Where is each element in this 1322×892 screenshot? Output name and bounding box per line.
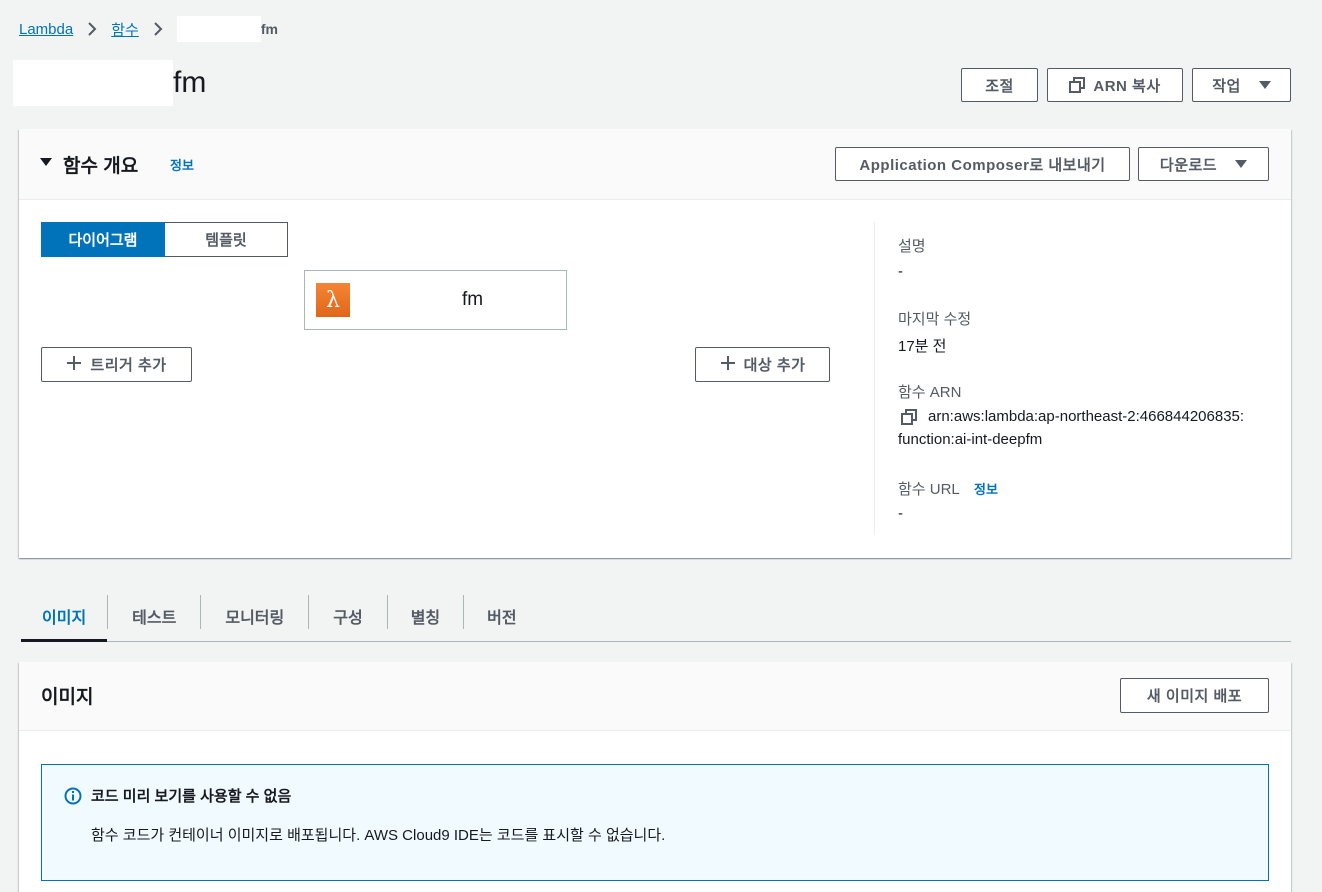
- tab-image[interactable]: 이미지: [21, 591, 108, 642]
- plus-icon: [66, 355, 82, 375]
- add-trigger-button[interactable]: 트리거 추가: [41, 347, 192, 382]
- details-divider: [874, 222, 875, 535]
- lambda-icon: λ: [316, 283, 350, 317]
- info-icon: [64, 787, 82, 810]
- export-composer-button[interactable]: Application Composer로 내보내기: [835, 147, 1130, 181]
- function-overview-title: 함수 개요: [63, 156, 139, 177]
- last-modified-label: 마지막 수정: [898, 311, 972, 328]
- deploy-new-image-label: 새 이미지 배포: [1146, 688, 1243, 705]
- description-value: -: [898, 263, 903, 280]
- tab-aliases[interactable]: 별칭: [388, 591, 463, 641]
- breadcrumb-functions-link[interactable]: 함수: [111, 19, 139, 40]
- chevron-right-icon: [85, 22, 99, 36]
- caret-down-icon: [1258, 81, 1271, 89]
- plus-icon: [720, 355, 736, 375]
- breadcrumb: Lambda 함수 fm: [19, 16, 278, 42]
- tab-monitoring[interactable]: 모니터링: [201, 591, 308, 641]
- function-overview-toggle[interactable]: 함수 개요: [39, 151, 138, 178]
- copy-icon: [1069, 77, 1086, 93]
- export-composer-label: Application Composer로 내보내기: [859, 156, 1106, 174]
- copy-arn-label: ARN 복사: [1093, 77, 1161, 95]
- image-panel-header: 이미지 새 이미지 배포: [19, 662, 1291, 731]
- deploy-new-image-button[interactable]: 새 이미지 배포: [1120, 678, 1269, 713]
- function-overview-panel: 함수 개요 정보 Application Composer로 내보내기 다운로드…: [19, 129, 1291, 558]
- actions-dropdown[interactable]: 작업: [1192, 68, 1291, 102]
- throttle-button[interactable]: 조절: [961, 68, 1038, 102]
- function-url-info-link[interactable]: 정보: [974, 479, 998, 498]
- description-label: 설명: [898, 238, 926, 255]
- redacted-block: [13, 60, 173, 106]
- caret-down-icon: [39, 155, 53, 174]
- function-tabs: 이미지 테스트 모니터링 구성 별칭 버전: [21, 591, 1291, 642]
- template-toggle[interactable]: 템플릿: [165, 222, 288, 257]
- tab-test[interactable]: 테스트: [108, 591, 200, 641]
- download-dropdown[interactable]: 다운로드: [1138, 147, 1269, 181]
- page-title-suffix: fm: [173, 66, 207, 99]
- function-url-label: 함수 URL: [898, 481, 960, 498]
- download-label: 다운로드: [1159, 156, 1218, 174]
- copy-icon[interactable]: [901, 409, 917, 430]
- view-toggle: 다이어그램 템플릿: [41, 222, 288, 257]
- function-url-value: -: [898, 505, 903, 522]
- diagram-toggle[interactable]: 다이어그램: [41, 222, 165, 257]
- breadcrumb-current: fm: [176, 16, 278, 42]
- function-node-suffix: fm: [462, 289, 484, 310]
- actions-label: 작업: [1212, 77, 1241, 95]
- page-title: fm: [13, 60, 206, 106]
- add-destination-button[interactable]: 대상 추가: [695, 347, 830, 382]
- add-destination-label: 대상 추가: [743, 357, 806, 374]
- breadcrumb-lambda-link[interactable]: Lambda: [19, 21, 73, 38]
- breadcrumb-current-suffix: fm: [260, 21, 278, 37]
- function-arn-label: 함수 ARN: [898, 384, 962, 401]
- function-node[interactable]: λ fm: [304, 270, 567, 330]
- caret-down-icon: [1235, 160, 1248, 168]
- alert-title: 코드 미리 보기를 사용할 수 없음: [91, 788, 292, 805]
- function-arn-value-line1: arn:aws:lambda:ap-northeast-2:4668442068…: [928, 408, 1245, 425]
- add-trigger-label: 트리거 추가: [90, 357, 167, 374]
- code-preview-alert: 코드 미리 보기를 사용할 수 없음 함수 코드가 컨테이너 이미지로 배포됩니…: [41, 764, 1269, 881]
- image-panel-title: 이미지: [41, 687, 94, 708]
- chevron-right-icon: [151, 22, 165, 36]
- function-overview-header: 함수 개요 정보 Application Composer로 내보내기 다운로드: [19, 129, 1291, 200]
- throttle-label: 조절: [985, 77, 1014, 95]
- alert-body: 함수 코드가 컨테이너 이미지로 배포됩니다. AWS Cloud9 IDE는 …: [91, 827, 666, 844]
- function-arn-value-line2: function:ai-int-deepfm: [898, 431, 1043, 448]
- last-modified-value: 17분 전: [898, 338, 947, 355]
- tab-configuration[interactable]: 구성: [309, 591, 386, 641]
- redacted-block: [176, 16, 261, 42]
- function-overview-info-link[interactable]: 정보: [170, 155, 194, 174]
- tab-versions[interactable]: 버전: [464, 591, 539, 641]
- redacted-block: [356, 287, 462, 313]
- copy-arn-button[interactable]: ARN 복사: [1047, 68, 1183, 102]
